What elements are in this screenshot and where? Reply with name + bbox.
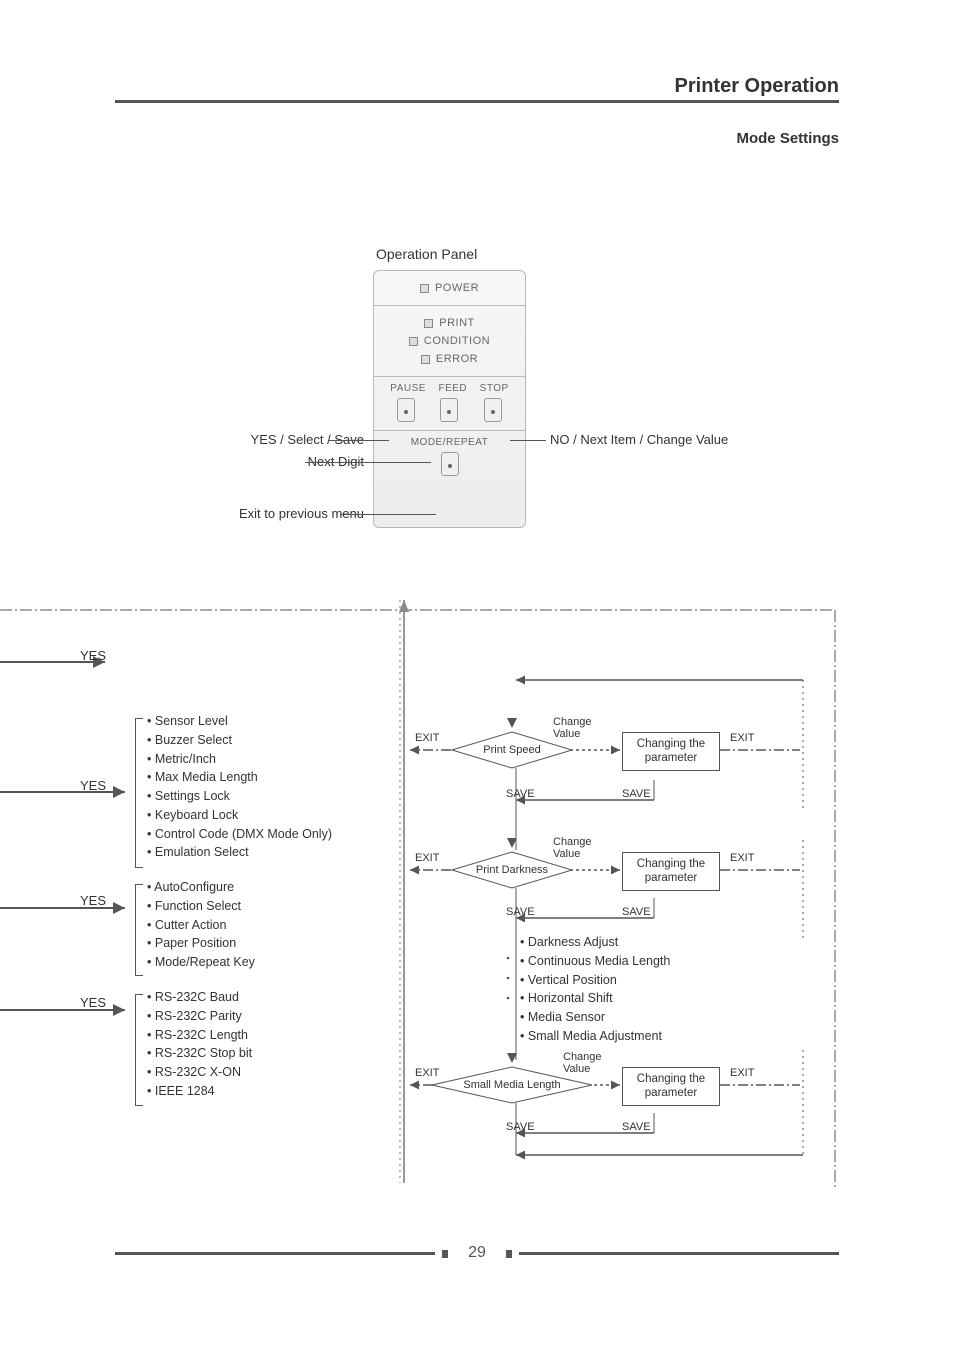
feed-button[interactable] — [440, 398, 458, 422]
exit-4: EXIT — [730, 732, 754, 744]
mode-button[interactable] — [441, 452, 459, 476]
decision-print-darkness: Print Darkness — [460, 864, 564, 876]
save-4: SAVE — [622, 906, 651, 918]
exit-6: EXIT — [730, 1067, 754, 1079]
pause-button[interactable] — [397, 398, 415, 422]
header-rule — [115, 100, 839, 103]
save-3: SAVE — [506, 906, 535, 918]
pause-label: PAUSE — [390, 383, 426, 394]
page-subtitle: Mode Settings — [736, 130, 839, 147]
exit-2: EXIT — [415, 852, 439, 864]
exit-5: EXIT — [730, 852, 754, 864]
page-number: 29 — [468, 1244, 486, 1262]
change-val-1: ChangeValue — [553, 716, 592, 740]
mode-label: MODE/REPEAT — [374, 437, 525, 448]
feed-label: FEED — [438, 383, 467, 394]
exit-1: EXIT — [415, 732, 439, 744]
stop-label: STOP — [480, 383, 509, 394]
yes-label-2: YES — [80, 778, 106, 793]
yes-label-4: YES — [80, 995, 106, 1010]
led-condition: CONDITION — [374, 332, 525, 350]
operation-panel: POWER PRINT CONDITION ERROR PAUSE FEED S… — [373, 270, 526, 528]
menu-list-a: Sensor LevelBuzzer SelectMetric/InchMax … — [147, 712, 332, 862]
yes-label-3: YES — [80, 893, 106, 908]
operation-panel-label: Operation Panel — [376, 246, 477, 262]
callout-no: NO / Next Item / Change Value — [550, 432, 728, 447]
change-val-2: ChangeValue — [553, 836, 592, 860]
save-1: SAVE — [506, 788, 535, 800]
footer-rule-left — [115, 1252, 435, 1255]
box-change-param-3: Changing the parameter — [622, 1067, 720, 1106]
menu-list-b: AutoConfigureFunction SelectCutter Actio… — [147, 878, 255, 972]
led-error: ERROR — [374, 350, 525, 368]
led-power: POWER — [374, 279, 525, 297]
yes-label-1: YES — [80, 648, 106, 663]
save-2: SAVE — [622, 788, 651, 800]
flowchart-svg — [0, 600, 954, 1200]
decision-small-media: Small Media Length — [448, 1079, 576, 1091]
menu-list-c: RS-232C BaudRS-232C ParityRS-232C Length… — [147, 988, 252, 1101]
exit-3: EXIT — [415, 1067, 439, 1079]
box-change-param-1: Changing the parameter — [622, 732, 720, 771]
menu-list-d: Darkness AdjustContinuous Media LengthVe… — [520, 933, 670, 1046]
decision-print-speed: Print Speed — [468, 744, 556, 756]
stop-button[interactable] — [484, 398, 502, 422]
box-change-param-2: Changing the parameter — [622, 852, 720, 891]
footer-rule-right — [519, 1252, 839, 1255]
save-5: SAVE — [506, 1121, 535, 1133]
change-val-3: ChangeValue — [563, 1051, 602, 1075]
page-title: Printer Operation — [675, 75, 839, 98]
save-6: SAVE — [622, 1121, 651, 1133]
led-print: PRINT — [374, 314, 525, 332]
